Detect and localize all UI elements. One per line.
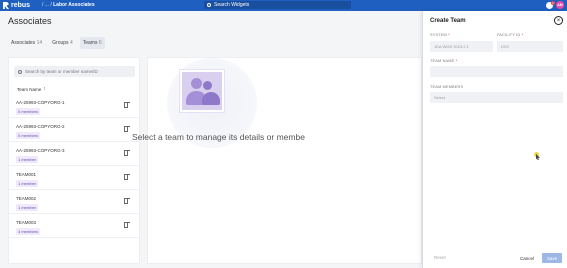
brand-logo[interactable]: rebus bbox=[3, 1, 30, 10]
search-icon bbox=[207, 3, 211, 7]
tab-teams-label: Teams bbox=[82, 40, 98, 46]
top-actions: 1 AM bbox=[546, 0, 564, 9]
tab-associates[interactable]: Associates 14 bbox=[8, 37, 45, 49]
arrow-up-icon: ↑ bbox=[43, 86, 46, 92]
team-list: AA-25993-COPYORG-1 0 members AA-25993-CO… bbox=[9, 94, 139, 238]
team-row[interactable]: TEAM003 4 members bbox=[9, 214, 139, 238]
tab-bar: Associates 14 Groups 4 Teams 6 bbox=[8, 37, 105, 49]
team-row[interactable]: AA-25993-COPYORG-3 1 member bbox=[9, 142, 139, 166]
team-row[interactable]: AA-25993-COPYORG-1 0 members bbox=[9, 94, 139, 118]
team-name: TEAM001 bbox=[16, 172, 37, 177]
team-list-panel: Search by team or member name/ID Team Na… bbox=[8, 57, 140, 264]
required-marker: * bbox=[455, 59, 458, 63]
team-search-input[interactable]: Search by team or member name/ID bbox=[14, 66, 135, 77]
trash-icon[interactable] bbox=[124, 174, 130, 180]
team-name-label: TEAM NAME * bbox=[430, 59, 457, 63]
team-name: AA-25993-COPYORG-3 bbox=[16, 148, 65, 153]
tab-associates-label: Associates bbox=[11, 40, 36, 46]
person-body-icon bbox=[202, 92, 220, 105]
system-label: SYSTEM * bbox=[430, 33, 450, 37]
team-row[interactable]: TEAM002 1 member bbox=[9, 190, 139, 214]
member-count-badge: 0 members bbox=[16, 108, 41, 115]
team-name: AA-25993-COPYORG-1 bbox=[16, 100, 65, 105]
save-button[interactable]: Save bbox=[542, 253, 562, 263]
widget-search[interactable]: Search Widgets bbox=[204, 1, 351, 9]
drawer-title: Create Team bbox=[430, 18, 466, 24]
tab-teams-count: 6 bbox=[98, 40, 102, 46]
tab-groups-count: 4 bbox=[69, 40, 73, 46]
member-count-badge: 1 member bbox=[16, 204, 39, 211]
notification-count: 1 bbox=[551, 0, 555, 5]
trash-icon[interactable] bbox=[124, 102, 130, 108]
tab-groups[interactable]: Groups 4 bbox=[49, 37, 76, 49]
person-head-icon bbox=[203, 81, 212, 90]
team-name: AA-25993-COPYORG-2 bbox=[16, 124, 65, 129]
team-name-column-header[interactable]: Team Name ↑ bbox=[17, 86, 46, 92]
team-name-label-text: TEAM NAME bbox=[430, 59, 455, 63]
create-team-drawer: Create Team × SYSTEM * JDA WMS 2023.2.1 … bbox=[422, 11, 567, 268]
widget-search-label: Search Widgets bbox=[214, 2, 250, 8]
trash-icon[interactable] bbox=[124, 198, 130, 204]
top-bar: rebus / ... / Labor Associates Search Wi… bbox=[0, 0, 567, 11]
page-title: Associates bbox=[8, 16, 52, 26]
reset-button[interactable]: Reset bbox=[434, 255, 446, 260]
member-count-badge: 0 members bbox=[16, 132, 41, 139]
drawer-footer: Reset Cancel Save bbox=[423, 250, 567, 268]
team-members-label: TEAM MEMBERS bbox=[430, 85, 464, 89]
empty-state-message: Select a team to manage its details or m… bbox=[132, 132, 305, 142]
team-row[interactable]: AA-25993-COPYORG-2 0 members bbox=[9, 118, 139, 142]
tab-teams[interactable]: Teams 6 bbox=[79, 37, 105, 49]
required-marker: * bbox=[521, 33, 524, 37]
trash-icon[interactable] bbox=[124, 150, 130, 156]
trash-icon[interactable] bbox=[124, 222, 130, 228]
column-header-label: Team Name bbox=[17, 86, 42, 92]
avatar[interactable]: AM bbox=[556, 1, 564, 9]
system-field[interactable]: JDA WMS 2023.2.1 bbox=[430, 41, 493, 52]
facility-id-label-text: FACILITY ID bbox=[497, 33, 521, 37]
trash-icon[interactable] bbox=[124, 126, 130, 132]
rebus-logo-icon bbox=[3, 2, 9, 9]
team-search-placeholder: Search by team or member name/ID bbox=[25, 69, 98, 74]
team-name-field[interactable] bbox=[430, 66, 563, 77]
notification-bell-icon[interactable]: 1 bbox=[546, 0, 555, 9]
breadcrumb: / ... / Labor Associates bbox=[42, 2, 95, 8]
required-marker: * bbox=[448, 33, 450, 37]
team-placeholder-icon bbox=[180, 70, 224, 112]
person-head-icon bbox=[191, 78, 202, 89]
team-members-select[interactable]: Select bbox=[430, 92, 563, 103]
system-label-text: SYSTEM bbox=[430, 33, 447, 37]
brand-name: rebus bbox=[11, 2, 31, 9]
breadcrumb-prefix[interactable]: / ... / bbox=[42, 2, 52, 8]
facility-id-label: FACILITY ID * bbox=[497, 33, 523, 37]
close-icon[interactable]: × bbox=[554, 16, 563, 25]
search-icon bbox=[18, 69, 22, 74]
facility-id-field[interactable]: DSC bbox=[497, 41, 563, 52]
tab-associates-count: 14 bbox=[36, 40, 43, 46]
team-row[interactable]: TEAM001 1 member bbox=[9, 166, 139, 190]
team-name: TEAM003 bbox=[16, 220, 37, 225]
breadcrumb-current: Labor Associates bbox=[53, 2, 95, 8]
team-name: TEAM002 bbox=[16, 196, 37, 201]
member-count-badge: 1 member bbox=[16, 156, 39, 163]
mouse-cursor-icon bbox=[534, 152, 540, 160]
member-count-badge: 4 members bbox=[16, 228, 41, 235]
cancel-button[interactable]: Cancel bbox=[517, 253, 537, 264]
tab-groups-label: Groups bbox=[52, 40, 69, 46]
member-count-badge: 1 member bbox=[16, 180, 39, 187]
